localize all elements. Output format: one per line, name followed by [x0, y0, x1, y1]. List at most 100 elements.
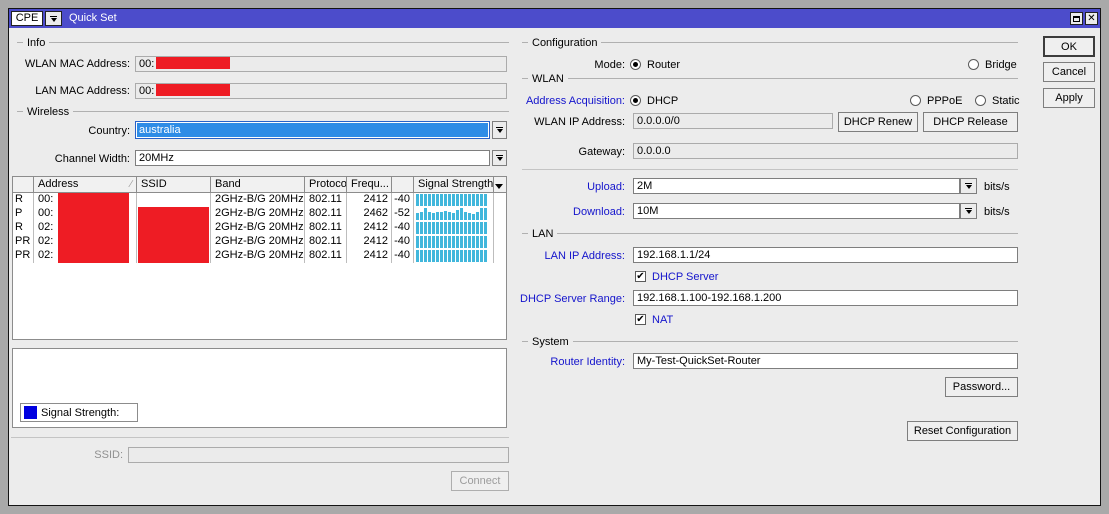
wlan-ip-field: 0.0.0.0/0: [633, 113, 833, 129]
lan-ip-label: LAN IP Address:: [459, 249, 625, 263]
mode-router-radio[interactable]: [630, 59, 641, 70]
dhcp-release-button[interactable]: DHCP Release: [923, 112, 1018, 132]
nat-label: NAT: [652, 314, 673, 327]
dhcp-server-checkbox[interactable]: [635, 271, 646, 282]
signal-legend: Signal Strength:: [20, 403, 138, 422]
acquisition-pppoe-label: PPPoE: [927, 95, 962, 108]
upload-field[interactable]: 2M: [633, 178, 960, 194]
channel-width-value: 20MHz: [139, 152, 174, 164]
wlan-group-header: WLAN: [522, 73, 1018, 84]
wlan-group-title: WLAN: [532, 73, 564, 85]
table-row[interactable]: R02:2GHz-B/G 20MHz802.112412-40: [13, 221, 506, 235]
scan-table-header[interactable]: Address ∕ SSID Band Protocol Frequ... Si…: [13, 177, 506, 193]
col-frequency[interactable]: Frequ...: [347, 177, 392, 192]
table-row[interactable]: P00:2GHz-B/G 20MHz802.112462-52: [13, 207, 506, 221]
lan-group-header: LAN: [522, 228, 1018, 239]
close-button[interactable]: ✕: [1085, 12, 1098, 25]
mode-selector-dropdown-button[interactable]: [45, 11, 62, 26]
system-group-title: System: [532, 336, 569, 348]
wireless-scan-table[interactable]: Address ∕ SSID Band Protocol Frequ... Si…: [12, 176, 507, 340]
lan-mac-redaction: [156, 84, 230, 96]
acquisition-dhcp-label: DHCP: [647, 95, 678, 108]
gateway-value: 0.0.0.0: [637, 145, 671, 157]
acquisition-static-radio[interactable]: [975, 95, 986, 106]
col-signal-dbm[interactable]: [392, 177, 414, 192]
connect-button[interactable]: Connect: [451, 471, 509, 491]
wlan-ip-label: WLAN IP Address:: [459, 115, 625, 129]
router-identity-field[interactable]: My-Test-QuickSet-Router: [633, 353, 1018, 369]
mode-label: Mode:: [459, 58, 625, 72]
dhcp-renew-button[interactable]: DHCP Renew: [838, 112, 918, 132]
channel-width-field[interactable]: 20MHz: [135, 150, 490, 166]
col-ssid[interactable]: SSID: [137, 177, 211, 192]
close-icon: ✕: [1087, 14, 1095, 24]
col-address[interactable]: Address ∕: [34, 177, 137, 192]
mode-router-label: Router: [647, 59, 680, 72]
wlan-mac-prefix: 00:: [139, 58, 154, 70]
table-row[interactable]: R00:2GHz-B/G 20MHz802.112412-40: [13, 193, 506, 207]
titlebar[interactable]: CPE Quick Set ✕: [9, 9, 1100, 28]
upload-value: 2M: [637, 180, 652, 192]
ok-button[interactable]: OK: [1043, 36, 1095, 57]
address-acquisition-label: Address Acquisition:: [459, 94, 625, 108]
reset-configuration-button[interactable]: Reset Configuration: [907, 421, 1018, 441]
configuration-group-title: Configuration: [532, 37, 597, 49]
system-group-header: System: [522, 336, 1018, 347]
sort-icon: ∕: [130, 179, 132, 190]
password-button[interactable]: Password...: [945, 377, 1018, 397]
legend-label: Signal Strength:: [41, 407, 119, 419]
download-value: 10M: [637, 205, 658, 217]
mode-bridge-radio[interactable]: [968, 59, 979, 70]
info-group-title: Info: [27, 37, 45, 49]
lan-ip-value: 192.168.1.1/24: [637, 249, 710, 261]
download-field[interactable]: 10M: [633, 203, 960, 219]
acquisition-pppoe-radio[interactable]: [910, 95, 921, 106]
upload-label: Upload:: [459, 180, 625, 194]
acquisition-dhcp-radio[interactable]: [630, 95, 641, 106]
lan-ip-field[interactable]: 192.168.1.1/24: [633, 247, 1018, 263]
country-value: australia: [137, 123, 488, 137]
right-separator: [522, 169, 1018, 170]
wireless-group-title: Wireless: [27, 106, 69, 118]
wlan-mac-field: 00:: [135, 56, 507, 72]
combo-arrow-icon: [965, 208, 972, 214]
upload-dropdown-button[interactable]: [960, 178, 977, 194]
channel-width-label: Channel Width:: [13, 152, 130, 166]
nat-checkbox[interactable]: [635, 314, 646, 325]
country-label: Country:: [13, 124, 130, 138]
col-protocol[interactable]: Protocol: [305, 177, 347, 192]
configuration-group-header: Configuration: [522, 37, 1018, 48]
download-unit: bits/s: [984, 205, 1010, 219]
address-redaction: [58, 235, 129, 249]
dhcp-range-label: DHCP Server Range:: [459, 292, 625, 306]
signal-strength-bars: [416, 222, 493, 234]
address-redaction: [58, 249, 129, 263]
combo-arrow-icon: [965, 183, 972, 189]
gateway-field: 0.0.0.0: [633, 143, 1018, 159]
cancel-button[interactable]: Cancel: [1043, 62, 1095, 82]
table-row[interactable]: PR02:2GHz-B/G 20MHz802.112412-40: [13, 235, 506, 249]
dhcp-range-field[interactable]: 192.168.1.100-192.168.1.200: [633, 290, 1018, 306]
combo-arrow-icon: [50, 16, 57, 22]
upload-unit: bits/s: [984, 180, 1010, 194]
lan-group-title: LAN: [532, 228, 553, 240]
scan-table-body[interactable]: R00:2GHz-B/G 20MHz802.112412-40P00:2GHz-…: [13, 193, 506, 263]
download-dropdown-button[interactable]: [960, 203, 977, 219]
country-combobox[interactable]: australia: [135, 121, 490, 139]
col-band[interactable]: Band: [211, 177, 305, 192]
table-row[interactable]: PR02:2GHz-B/G 20MHz802.112412-40: [13, 249, 506, 263]
info-group-header: Info: [17, 37, 509, 48]
address-redaction: [58, 221, 129, 235]
window-title: Quick Set: [69, 12, 117, 24]
signal-graph-panel: Signal Strength:: [12, 348, 507, 428]
apply-button[interactable]: Apply: [1043, 88, 1095, 108]
download-label: Download:: [459, 205, 625, 219]
address-redaction: [58, 207, 129, 221]
mode-selector-value[interactable]: CPE: [11, 11, 43, 26]
col-flags[interactable]: [13, 177, 34, 192]
quickset-window: CPE Quick Set ✕ Info WLAN MAC Address: 0…: [8, 8, 1101, 506]
acquisition-static-label: Static: [992, 95, 1020, 108]
ssid-redaction: [138, 207, 209, 221]
maximize-button[interactable]: [1070, 12, 1083, 25]
maximize-icon: [1073, 16, 1080, 22]
